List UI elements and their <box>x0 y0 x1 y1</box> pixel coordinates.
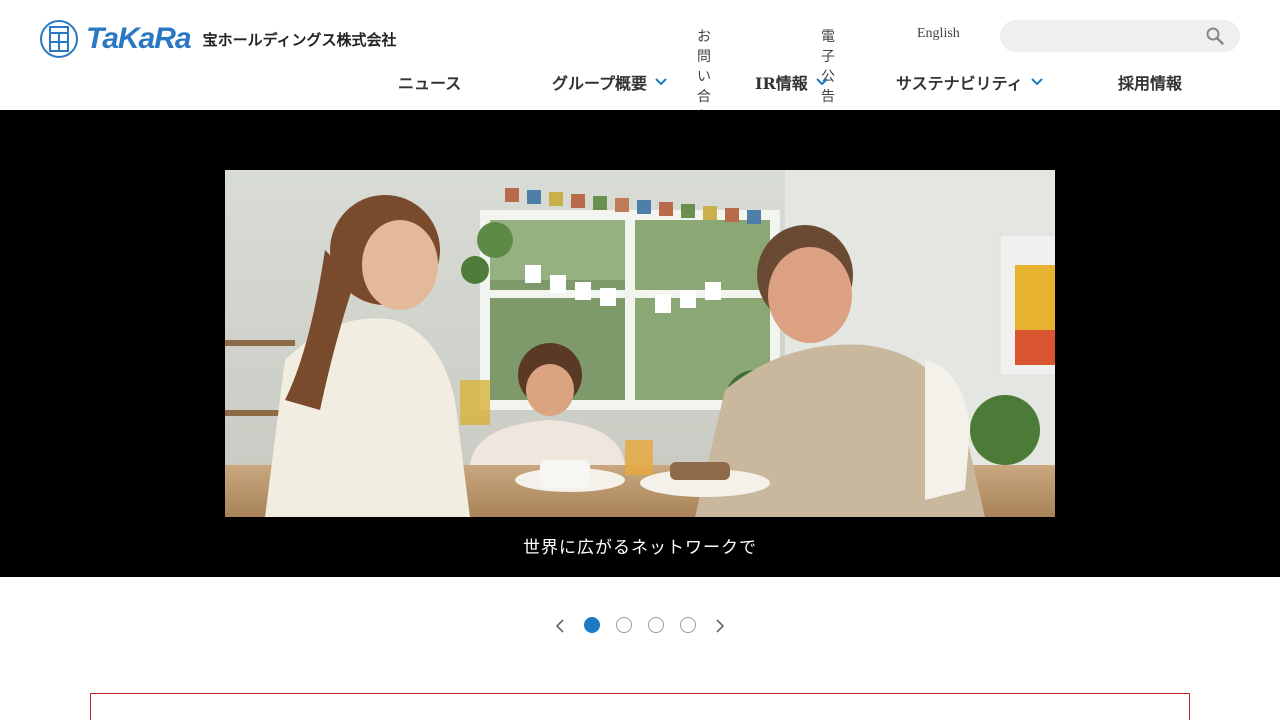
hero-image <box>225 170 1055 517</box>
previous-slide-icon[interactable] <box>554 617 566 635</box>
site-logo[interactable]: TaKaRa 宝ホールディングス株式会社 <box>40 20 397 58</box>
nav-item-news[interactable]: ニュース <box>398 70 461 94</box>
slide-dot-3[interactable] <box>648 617 664 633</box>
global-nav: ニュース グループ概要 IR情報 サステナビリティ 採用情報 <box>0 70 1280 100</box>
search-box <box>1000 20 1240 52</box>
nav-item-recruit[interactable]: 採用情報 <box>1118 70 1182 94</box>
chevron-down-icon <box>655 78 667 86</box>
chevron-down-icon <box>816 78 828 86</box>
site-header: TaKaRa 宝ホールディングス株式会社 お問い合わせ 電子公告 English… <box>0 0 1280 145</box>
search-input[interactable] <box>1014 26 1194 46</box>
logo-wordmark: TaKaRa <box>86 22 192 55</box>
slide-dot-4[interactable] <box>680 617 696 633</box>
nav-item-sustainability[interactable]: サステナビリティ <box>896 70 1043 94</box>
nav-item-group-overview[interactable]: グループ概要 <box>552 70 667 94</box>
takara-emblem-icon <box>40 20 78 58</box>
hero-slider: 世界に広がるネットワークで <box>0 110 1280 577</box>
chevron-down-icon <box>1031 78 1043 86</box>
slide-dot-2[interactable] <box>616 617 632 633</box>
hero-caption: 世界に広がるネットワークで <box>523 538 757 558</box>
english-link[interactable]: English <box>917 26 960 42</box>
notice-box <box>90 693 1190 720</box>
nav-item-label: グループ概要 <box>552 74 648 93</box>
slide-dot-1[interactable] <box>584 617 600 633</box>
nav-item-label: サステナビリティ <box>896 74 1023 93</box>
next-slide-icon[interactable] <box>714 617 726 635</box>
nav-item-ir[interactable]: IR情報 <box>755 70 828 94</box>
nav-item-label: 採用情報 <box>1118 74 1183 93</box>
family-meal-photo <box>225 170 1055 517</box>
slider-controls <box>0 615 1280 637</box>
nav-item-label: IR情報 <box>755 74 808 93</box>
company-name: 宝ホールディングス株式会社 <box>202 30 397 49</box>
search-icon[interactable] <box>1206 27 1224 45</box>
nav-item-label: ニュース <box>398 74 462 93</box>
